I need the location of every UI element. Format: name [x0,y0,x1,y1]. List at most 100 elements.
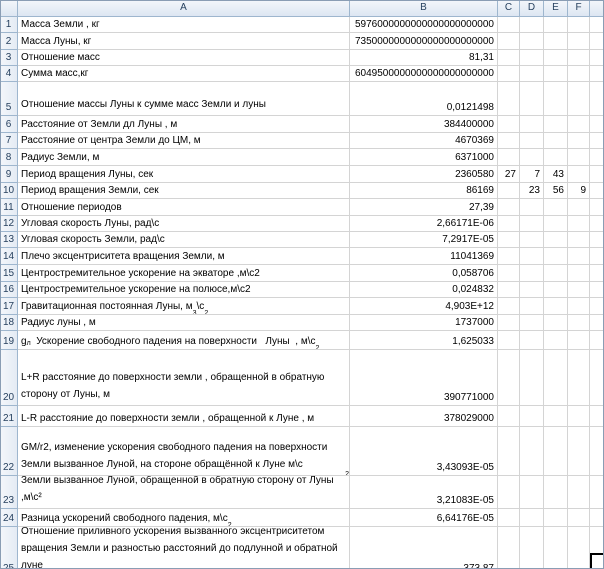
cell-g[interactable] [590,265,604,282]
cell-f[interactable] [568,527,590,569]
cell-label[interactable]: Отношение периодов [18,199,350,216]
row-header[interactable]: 12 [0,216,18,232]
cell-g[interactable] [590,406,604,427]
cell-f[interactable] [568,298,590,315]
cell-e[interactable] [544,350,568,406]
column-header-d[interactable]: D [520,0,544,17]
cell-f[interactable] [568,476,590,509]
cell-e[interactable] [544,282,568,298]
cell-value[interactable]: 378029000 [350,406,498,427]
row-header[interactable]: 17 [0,298,18,315]
cell-g[interactable] [590,133,604,149]
cell-e[interactable] [544,527,568,569]
cell-g[interactable] [590,183,604,199]
cell-value[interactable]: 6371000 [350,149,498,166]
row-header[interactable]: 21 [0,406,18,427]
cell-c[interactable] [498,66,520,82]
cell-f[interactable] [568,50,590,66]
cell-label[interactable]: Сумма масс,кг [18,66,350,82]
row-header[interactable]: 6 [0,116,18,133]
cell-value[interactable]: 0,058706 [350,265,498,282]
cell-g[interactable] [590,232,604,248]
row-header[interactable]: 13 [0,232,18,248]
cell-g[interactable] [590,248,604,265]
row-header[interactable]: 10 [0,183,18,199]
cell-c[interactable] [498,116,520,133]
cell-e[interactable] [544,331,568,350]
row-header[interactable]: 24 [0,509,18,527]
cell-f[interactable] [568,509,590,527]
cell-e[interactable] [544,232,568,248]
cell-label[interactable]: Плечо эксцентриситета вращения Земли, м [18,248,350,265]
cell-c[interactable] [498,298,520,315]
row-header[interactable]: 16 [0,282,18,298]
cell-d[interactable] [520,149,544,166]
cell-d[interactable] [520,17,544,33]
row-header[interactable]: 7 [0,133,18,149]
cell-value[interactable]: 384400000 [350,116,498,133]
cell-e[interactable] [544,406,568,427]
cell-c[interactable] [498,265,520,282]
cell-label[interactable]: Масса Земли , кг [18,17,350,33]
cell-e[interactable] [544,248,568,265]
cell-e[interactable] [544,476,568,509]
cell-e[interactable] [544,427,568,476]
cell-g[interactable] [590,17,604,33]
cell-f[interactable] [568,232,590,248]
cell-d[interactable]: 7 [520,166,544,183]
cell-value[interactable]: 4670369 [350,133,498,149]
cell-c[interactable]: 27 [498,166,520,183]
cell-d[interactable]: 23 [520,183,544,199]
cell-e[interactable] [544,133,568,149]
row-header[interactable]: 2 [0,33,18,50]
cell-f[interactable] [568,133,590,149]
cell-label[interactable]: L-R расстояние до поверхности земли , об… [18,406,350,427]
cell-f[interactable] [568,82,590,116]
cell-d[interactable] [520,527,544,569]
cell-value[interactable]: 4,903E+12 [350,298,498,315]
cell-e[interactable] [544,509,568,527]
cell-f[interactable] [568,166,590,183]
cell-e[interactable] [544,216,568,232]
cell-value[interactable]: 6,64176E-05 [350,509,498,527]
cell-d[interactable] [520,133,544,149]
cell-label[interactable]: gл Ускорение свободного падения на повер… [18,331,350,350]
cell-c[interactable] [498,216,520,232]
row-header[interactable]: 11 [0,199,18,216]
cell-e[interactable] [544,199,568,216]
cell-label[interactable]: Радиус луны , м [18,315,350,331]
cell-value[interactable]: 1737000 [350,315,498,331]
row-header[interactable]: 4 [0,66,18,82]
cell-f[interactable] [568,116,590,133]
cell-d[interactable] [520,427,544,476]
cell-c[interactable] [498,17,520,33]
cell-d[interactable] [520,509,544,527]
row-header[interactable]: 14 [0,248,18,265]
cell-c[interactable] [498,527,520,569]
cell-d[interactable] [520,199,544,216]
cell-g[interactable] [590,66,604,82]
cell-c[interactable] [498,427,520,476]
cell-label[interactable]: Центростремительное ускорение на полюсе,… [18,282,350,298]
cell-d[interactable] [520,50,544,66]
cell-f[interactable] [568,427,590,476]
cell-c[interactable] [498,350,520,406]
cell-label[interactable]: GM/r2, изменение ускорения свободного па… [18,427,350,476]
cell-g[interactable] [590,216,604,232]
cell-c[interactable] [498,406,520,427]
cell-g[interactable] [590,427,604,476]
column-header-f[interactable]: F [568,0,590,17]
cell-d[interactable] [520,248,544,265]
cell-c[interactable] [498,509,520,527]
cell-f[interactable] [568,66,590,82]
cell-c[interactable] [498,82,520,116]
row-header[interactable]: 25 [0,527,18,569]
cell-label[interactable]: Центростремительное ускорение на экватор… [18,265,350,282]
cell-g[interactable] [590,199,604,216]
cell-c[interactable] [498,282,520,298]
cell-g[interactable] [590,298,604,315]
cell-c[interactable] [498,315,520,331]
cell-c[interactable] [498,133,520,149]
cell-c[interactable] [498,232,520,248]
cell-d[interactable] [520,265,544,282]
